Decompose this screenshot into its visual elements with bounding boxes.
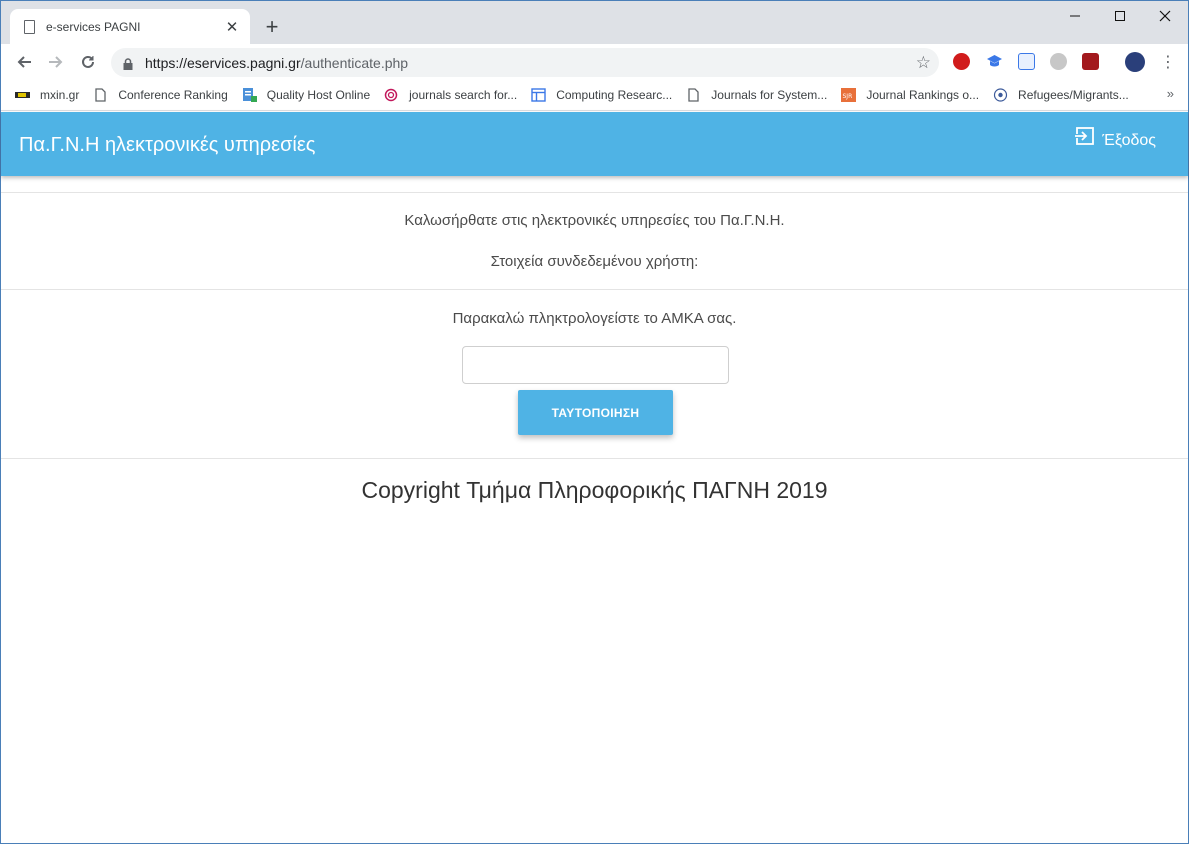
bookmark-journal-rankings[interactable]: SJR Journal Rankings o... xyxy=(841,87,980,102)
amka-prompt: Παρακαλώ πληκτρολογείστε το ΑΜΚΑ σας. xyxy=(452,310,737,327)
bookmark-label: Refugees/Migrants... xyxy=(1018,87,1129,102)
reload-icon[interactable] xyxy=(76,50,100,74)
app-header: Πα.Γ.Ν.Η ηλεκτρονικές υπηρεσίες Έξοδος xyxy=(1,112,1188,176)
unhcr-icon xyxy=(993,87,1008,102)
tab-strip: e-services PAGNI ✕ + xyxy=(1,1,1188,44)
bookmark-conference-ranking[interactable]: Conference Ranking xyxy=(93,87,228,102)
graduation-cap-icon[interactable] xyxy=(986,53,1003,70)
brand-title[interactable]: Πα.Γ.Ν.Η ηλεκτρονικές υπηρεσίες xyxy=(19,134,315,157)
adblock-icon[interactable] xyxy=(953,53,970,70)
mendeley-icon[interactable] xyxy=(1082,53,1099,70)
bookmark-label: journals search for... xyxy=(409,87,518,102)
bookmark-journals-for-system[interactable]: Journals for System... xyxy=(686,88,827,102)
user-details-label: Στοιχεία συνδεδεμένου χρήστη: xyxy=(490,253,699,270)
bookmark-journals-search[interactable]: journals search for... xyxy=(384,88,517,102)
lock-icon xyxy=(123,57,133,70)
bookmark-star-icon[interactable]: ☆ xyxy=(916,53,931,73)
bookmarks-bar: mxin.gr Conference Ranking Quality Host … xyxy=(1,79,1188,111)
browser-toolbar: https://eservices.pagni.gr/authenticate.… xyxy=(1,44,1188,79)
address-bar[interactable]: https://eservices.pagni.gr/authenticate.… xyxy=(111,48,939,77)
page-icon xyxy=(24,19,35,34)
url-host: https://eservices.pagni.gr xyxy=(145,54,301,71)
tab-title: e-services PAGNI xyxy=(46,19,141,34)
minimize-icon[interactable] xyxy=(1052,1,1098,31)
amka-input[interactable] xyxy=(462,346,729,384)
forward-icon[interactable] xyxy=(44,50,68,74)
page-icon xyxy=(93,87,108,102)
bookmark-label: mxin.gr xyxy=(40,87,80,102)
mxin-icon xyxy=(15,88,30,102)
new-tab-button[interactable]: + xyxy=(259,15,285,39)
url-text: https://eservices.pagni.gr/authenticate.… xyxy=(145,55,408,71)
window-close-icon[interactable] xyxy=(1142,1,1188,31)
svg-text:SJR: SJR xyxy=(843,93,853,100)
copyright-text: Copyright Τμήμα Πληροφορικής ΠΑΓΝΗ 2019 xyxy=(361,477,828,503)
layout-icon xyxy=(531,87,546,102)
sjr-icon: SJR xyxy=(841,87,857,102)
logout-label: Έξοδος xyxy=(1102,132,1156,149)
bookmark-label: Journals for System... xyxy=(711,87,828,102)
profile-avatar[interactable] xyxy=(1125,52,1145,72)
menu-kebab-icon[interactable]: ⋮ xyxy=(1156,50,1180,74)
divider xyxy=(1,289,1188,290)
bookmarks-overflow-icon[interactable]: » xyxy=(1167,86,1174,101)
bookmark-refugees-migrants[interactable]: Refugees/Migrants... xyxy=(993,88,1129,102)
divider xyxy=(1,458,1188,459)
spiral-icon xyxy=(384,88,399,102)
maximize-icon[interactable] xyxy=(1097,1,1143,31)
circle-ext-icon[interactable] xyxy=(1050,53,1067,70)
bookmark-quality-host[interactable]: Quality Host Online xyxy=(242,87,371,102)
bookmark-computing-research[interactable]: Computing Researc... xyxy=(531,88,672,102)
divider xyxy=(1,192,1188,193)
translate-ext-icon[interactable] xyxy=(1018,53,1035,70)
bookmark-label: Quality Host Online xyxy=(266,87,371,102)
bookmark-label: Conference Ranking xyxy=(118,87,228,102)
url-path: /authenticate.php xyxy=(300,54,409,71)
page-icon xyxy=(686,87,701,102)
authenticate-button[interactable]: ΤΑΥΤΟΠΟΙΗΣΗ xyxy=(518,390,673,435)
doc-green-icon xyxy=(242,87,257,102)
browser-tab[interactable]: e-services PAGNI ✕ xyxy=(10,9,250,44)
browser-window: e-services PAGNI ✕ + https://eservices.p… xyxy=(0,0,1189,844)
close-tab-icon[interactable]: ✕ xyxy=(224,19,240,36)
welcome-text: Καλωσήρθατε στις ηλεκτρονικές υπηρεσίες … xyxy=(404,212,785,229)
exit-icon xyxy=(1075,126,1095,146)
logout-link[interactable]: Έξοδος xyxy=(1075,127,1156,150)
bookmark-mxin[interactable]: mxin.gr xyxy=(15,88,79,102)
bookmark-label: Journal Rankings o... xyxy=(866,87,980,102)
back-icon[interactable] xyxy=(12,50,36,74)
bookmark-label: Computing Researc... xyxy=(556,87,673,102)
